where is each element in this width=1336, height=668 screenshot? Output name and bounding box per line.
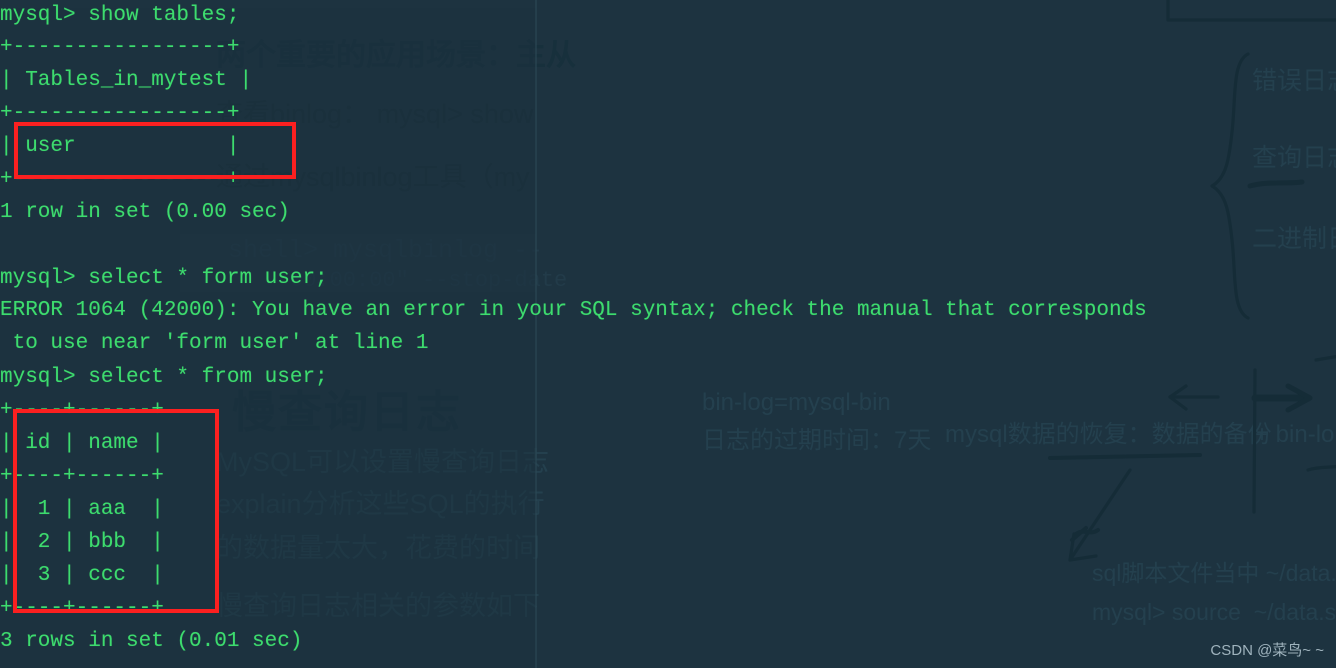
terminal-line-8: ERROR 1064 (42000): You have an error in… <box>0 299 1147 322</box>
terminal-line-9: to use near 'form user' at line 1 <box>0 332 429 355</box>
annotation-box-user-row <box>14 122 296 179</box>
csdn-watermark: CSDN @菜鸟~ ~ <box>1210 642 1324 659</box>
terminal-line-6: 1 row in set (0.00 sec) <box>0 201 290 224</box>
annotation-box-result-table <box>13 409 219 613</box>
terminal-line-18: 3 rows in set (0.01 sec) <box>0 630 303 653</box>
terminal-line-7: mysql> select * form user; <box>0 267 328 290</box>
terminal-line-10: mysql> select * from user; <box>0 366 328 389</box>
terminal-line-1: +-----------------+ <box>0 36 240 59</box>
terminal-line-2: | Tables_in_mytest | <box>0 69 253 92</box>
screenshot-root: 两个重要的应用场景：主从 查看binlog： mysql> show 通过mys… <box>0 0 1336 668</box>
terminal-line-0: mysql> show tables; <box>0 4 240 27</box>
